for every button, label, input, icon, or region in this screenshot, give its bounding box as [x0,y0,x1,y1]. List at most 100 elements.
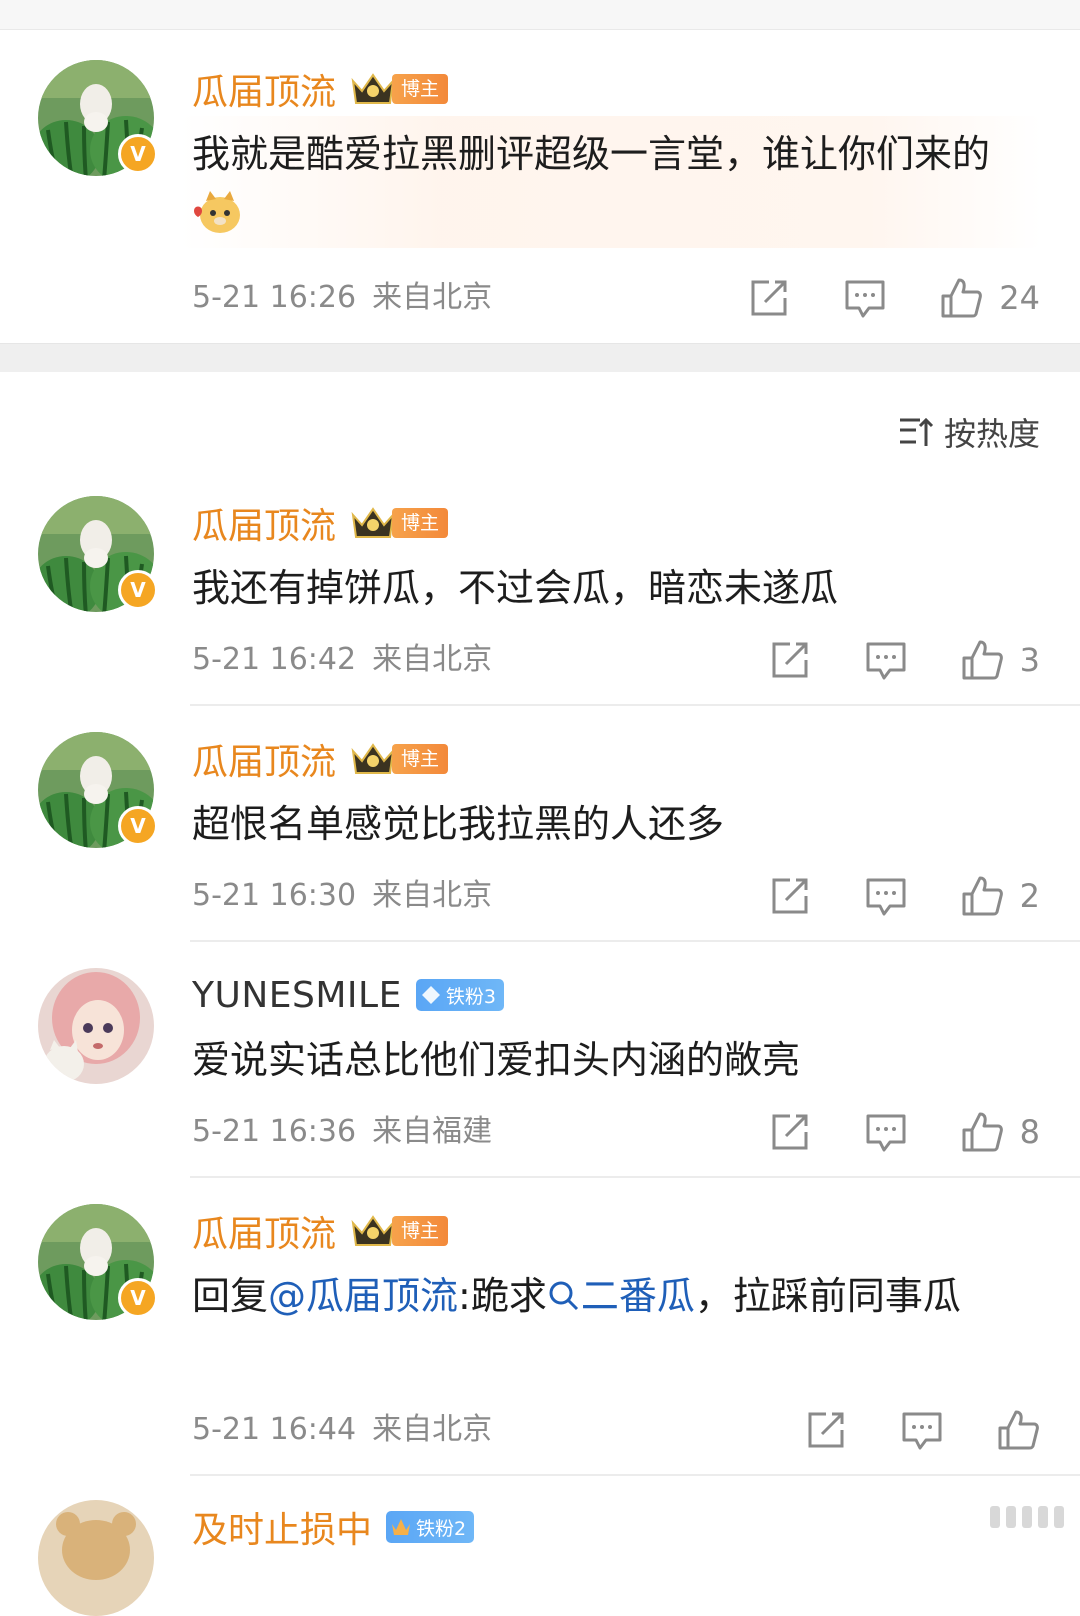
crown-icon [351,1215,395,1246]
username[interactable]: 瓜届顶流 [192,63,336,115]
section-separator [0,343,1080,372]
comment-location: 来自北京 [372,642,493,677]
like-button[interactable]: 8 [960,1110,1040,1154]
meta-row: 5-21 16:42 来自北京 [192,640,492,680]
divider [190,1474,1080,1476]
divider [190,704,1080,706]
avatar[interactable] [38,1500,154,1616]
thumbs-up-icon[interactable] [996,1408,1040,1452]
comment-text: 我就是酷爱拉黑删评超级一言堂，谁让你们来的 [192,124,1022,244]
username[interactable]: 及时止损中 [192,1501,372,1553]
rank-badge: 博主 [350,741,449,777]
rank-badge: 博主 [350,71,449,107]
fan-badge: 铁粉3 [415,979,504,1011]
topic-link[interactable]: 二番瓜 [581,1274,695,1318]
reply-icon[interactable] [864,1110,908,1154]
crown-icon [351,73,395,104]
meta-row: 5-21 16:44 来自北京 [192,1410,492,1450]
action-bar: 8 [768,1107,1040,1157]
comment-text: 超恨名单感觉比我拉黑的人还多 [192,802,725,846]
username[interactable]: YUNESMILE [192,975,402,1016]
scroll-indicator [990,1506,1064,1528]
user-row: 瓜届顶流 博主 [192,1205,449,1257]
like-button[interactable]: 2 [960,874,1040,918]
share-icon[interactable] [768,1110,812,1154]
sort-label: 按热度 [943,415,1040,453]
reply-icon[interactable] [843,276,887,320]
thumbs-up-icon[interactable] [960,638,1004,682]
action-bar: 2 [768,871,1040,921]
user-row: 瓜届顶流 博主 [192,497,449,549]
comment-time: 5-21 16:42 [192,642,357,677]
thumbs-up-icon[interactable] [960,1110,1004,1154]
thumbs-up-icon[interactable] [939,276,983,320]
comment-text: 我还有掉饼瓜，不过会瓜，暗恋未遂瓜 [192,566,839,610]
comment-location: 来自福建 [372,1114,493,1149]
meta-row: 5-21 16:30 来自北京 [192,876,492,916]
rank-badge-label: 博主 [392,744,449,774]
verified-icon: V [118,806,158,846]
fan-badge: 铁粉2 [386,1511,475,1543]
rank-badge-label: 博主 [392,1216,449,1246]
comment-time: 5-21 16:44 [192,1412,357,1447]
comment-text: 回复@瓜届顶流:跪求 二番瓜，拉踩前同事瓜 [192,1274,961,1318]
avatar-image [38,1500,154,1616]
username[interactable]: 瓜届顶流 [192,1205,336,1257]
user-row: 瓜届顶流 博主 [192,733,449,785]
user-row: YUNESMILE 铁粉3 [192,970,504,1020]
user-row: 瓜届顶流 博主 [192,63,449,115]
comment-location: 来自北京 [372,280,493,315]
comment-location: 来自北京 [372,1412,493,1447]
divider [190,1176,1080,1178]
mention-link[interactable]: @瓜届顶流 [268,1274,458,1318]
reply-icon[interactable] [864,638,908,682]
username[interactable]: 瓜届顶流 [192,497,336,549]
sort-toggle[interactable]: 按热度 [896,408,1040,456]
search-icon [549,1281,578,1311]
avatar[interactable]: V [38,60,158,176]
share-icon[interactable] [768,638,812,682]
like-count: 24 [999,279,1040,317]
like-count: 2 [1019,877,1040,915]
reply-icon[interactable] [900,1408,944,1452]
avatar[interactable]: V [38,732,158,848]
share-icon[interactable] [747,276,791,320]
like-count: 3 [1019,641,1040,679]
avatar-image [38,968,154,1084]
rank-badge: 博主 [350,505,449,541]
crown-icon [392,1519,411,1535]
rank-badge: 博主 [350,1213,449,1249]
action-bar: 24 [747,273,1040,323]
comment-time: 5-21 16:26 [192,280,357,315]
top-strip [0,0,1080,30]
action-bar [804,1405,1040,1455]
crown-icon [351,507,395,538]
meta-row: 5-21 16:26 来自北京 [192,278,492,318]
reply-prefix: 回复 [192,1274,269,1318]
sort-icon [899,417,934,446]
verified-icon: V [118,134,158,174]
share-icon[interactable] [804,1408,848,1452]
share-icon[interactable] [768,874,812,918]
like-button[interactable] [996,1408,1040,1452]
avatar[interactable]: V [38,496,158,612]
like-button[interactable]: 24 [939,276,1040,320]
reply-icon[interactable] [864,874,908,918]
divider [190,940,1080,942]
comment-text: 爱说实话总比他们爱扣头内涵的敞亮 [192,1038,801,1082]
thumbs-up-icon[interactable] [960,874,1004,918]
avatar[interactable] [38,968,154,1084]
username[interactable]: 瓜届顶流 [192,733,336,785]
comment-time: 5-21 16:36 [192,1114,357,1149]
doge-emoji-icon [194,191,240,233]
comment-location: 来自北京 [372,878,493,913]
comment-time: 5-21 16:30 [192,878,357,913]
diamond-icon [421,986,440,1004]
fan-badge-label: 铁粉2 [416,1517,467,1540]
verified-icon: V [118,1278,158,1318]
crown-icon [351,743,395,774]
fan-badge-label: 铁粉3 [445,985,496,1008]
avatar[interactable]: V [38,1204,158,1320]
meta-row: 5-21 16:36 来自福建 [192,1112,492,1152]
like-button[interactable]: 3 [960,638,1040,682]
